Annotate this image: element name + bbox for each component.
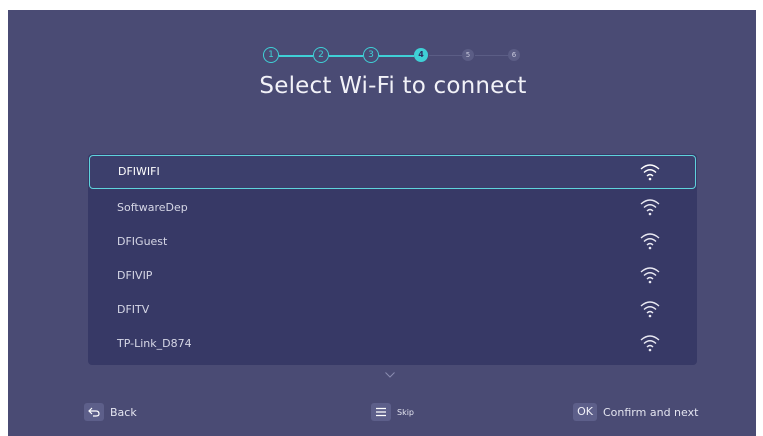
setup-stepper: 1 2 3 4 5 6 [263, 47, 525, 65]
back-label: Back [110, 405, 137, 419]
step-connector [279, 55, 313, 57]
wifi-icon [640, 267, 660, 284]
menu-icon [371, 403, 391, 421]
back-arrow-icon [84, 403, 104, 421]
wifi-network-item[interactable]: DFIWIFI [89, 155, 696, 189]
network-name: DFITV [117, 303, 150, 316]
chevron-down-icon[interactable] [385, 372, 395, 378]
step-connector [329, 55, 363, 57]
network-name: DFIVIP [117, 269, 153, 282]
step-4: 4 [414, 48, 428, 62]
skip-label: Skip [397, 407, 415, 417]
ok-key: OK [573, 403, 597, 421]
step-6: 6 [508, 49, 520, 61]
network-name: DFIWIFI [118, 165, 160, 178]
step-connector [475, 55, 508, 56]
back-hint[interactable]: Back [84, 402, 137, 422]
wifi-network-item[interactable]: SoftwareDep [88, 191, 697, 225]
step-1: 1 [263, 47, 279, 63]
setup-screen: 1 2 3 4 5 6 Select Wi-Fi to connect DFIW… [8, 10, 756, 436]
step-2: 2 [313, 47, 329, 63]
wifi-network-item[interactable]: DFITV [88, 293, 697, 327]
wifi-icon [640, 233, 660, 250]
wifi-icon [640, 301, 660, 318]
page-title: Select Wi-Fi to connect [259, 73, 527, 99]
step-3: 3 [363, 47, 379, 63]
step-5: 5 [462, 49, 474, 61]
wifi-icon [640, 164, 660, 181]
wifi-network-list: DFIWIFI SoftwareDep DFIGuest DFIVIP DFIT… [88, 154, 697, 365]
step-connector [379, 55, 414, 57]
wifi-network-item[interactable]: TP-Link_D874 [88, 327, 697, 361]
network-name: TP-Link_D874 [117, 337, 192, 350]
confirm-label: Confirm and next [603, 405, 699, 419]
wifi-icon [640, 199, 660, 216]
wifi-icon [640, 335, 660, 352]
wifi-network-item[interactable]: DFIGuest [88, 225, 697, 259]
wifi-network-item[interactable]: DFIVIP [88, 259, 697, 293]
step-connector [429, 55, 462, 56]
network-name: DFIGuest [117, 235, 168, 248]
network-name: SoftwareDep [117, 201, 188, 214]
confirm-hint[interactable]: OK Confirm and next [573, 402, 698, 422]
skip-hint[interactable]: Skip [371, 402, 414, 422]
